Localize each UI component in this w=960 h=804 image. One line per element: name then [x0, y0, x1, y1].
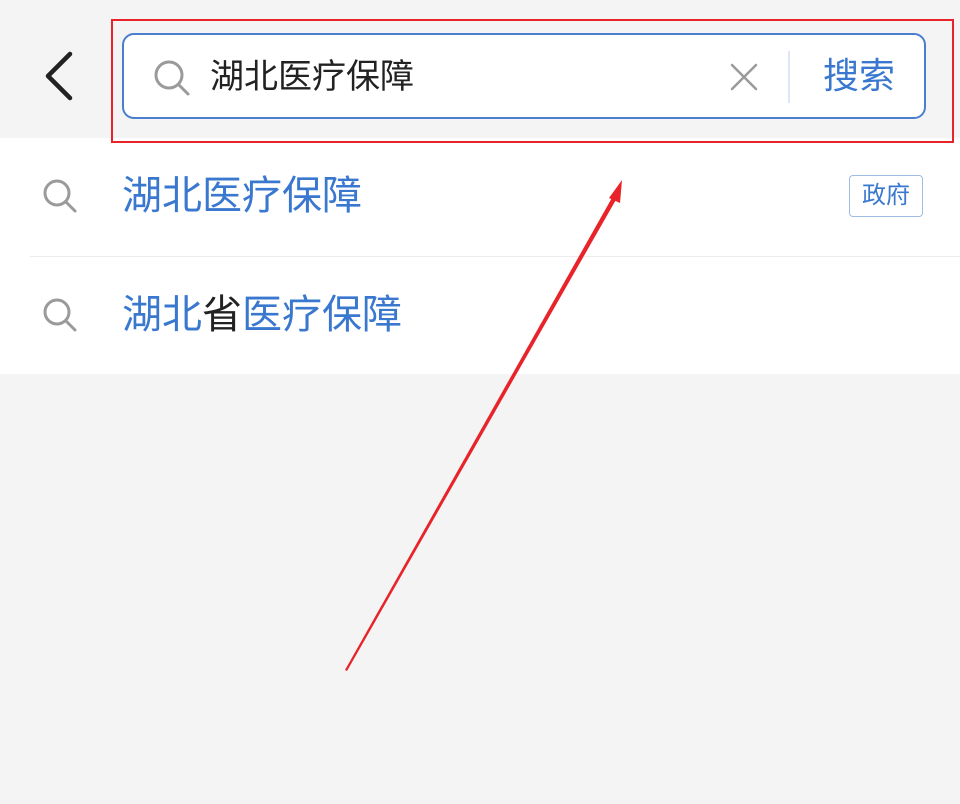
suggestion-item[interactable]: 湖北医疗保障 政府 [0, 138, 960, 257]
search-icon [154, 60, 190, 96]
close-icon[interactable] [724, 57, 764, 97]
suggestion-text: 湖北医疗保障 [122, 166, 362, 226]
suggestion-highlight: 湖北医疗保障 [122, 173, 362, 219]
suggestion-plain: 省 [202, 292, 242, 338]
search-header: 搜索 [0, 0, 960, 138]
suggestion-highlight: 湖北 [122, 292, 202, 338]
suggestion-item[interactable]: 湖北省医疗保障 [0, 257, 960, 375]
chevron-left-icon [45, 51, 73, 101]
search-button[interactable]: 搜索 [804, 47, 914, 107]
search-bar: 搜索 [122, 33, 926, 119]
suggestion-highlight: 医疗保障 [242, 292, 402, 338]
search-divider [788, 51, 790, 103]
government-badge: 政府 [849, 175, 923, 217]
search-input[interactable] [210, 49, 710, 105]
back-button[interactable] [30, 40, 90, 112]
suggestion-text: 湖北省医疗保障 [122, 285, 402, 345]
suggestion-list: 湖北医疗保障 政府 湖北省医疗保障 [0, 138, 960, 374]
search-page: 搜索 湖北医疗保障 政府 湖北省医疗保障 [0, 0, 960, 804]
search-icon [43, 179, 77, 213]
search-icon [43, 298, 77, 332]
